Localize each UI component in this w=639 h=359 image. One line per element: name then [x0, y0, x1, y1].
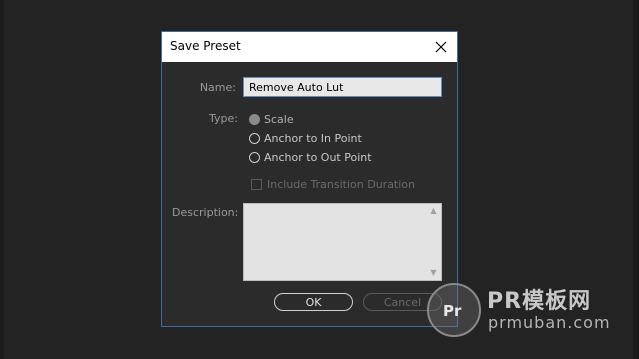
include-transition-label: Include Transition Duration: [267, 178, 416, 191]
include-transition-checkbox[interactable]: [251, 179, 262, 190]
dialog-titlebar: Save Preset: [162, 32, 457, 62]
radio-button-anchor-out[interactable]: [249, 152, 260, 163]
dialog-title: Save Preset: [170, 39, 241, 53]
watermark: Pr PR模板网 prmuban.com: [427, 281, 633, 341]
radio-button-anchor-in[interactable]: [249, 133, 260, 144]
include-transition-option[interactable]: Include Transition Duration: [251, 178, 415, 191]
save-preset-dialog: Save Preset Name: Remove Auto Lut Type: …: [161, 31, 458, 327]
background-edge-right: [633, 0, 639, 359]
scroll-down-icon[interactable]: ▼: [429, 269, 438, 277]
description-label: Description:: [172, 206, 239, 219]
background-edge-left: [0, 0, 4, 359]
type-option-anchor-out-label: Anchor to Out Point: [264, 151, 372, 164]
type-option-scale-label: Scale: [264, 113, 294, 126]
watermark-brand: PR模板网: [487, 289, 592, 314]
watermark-logo-icon: Pr: [427, 283, 481, 337]
name-input[interactable]: Remove Auto Lut: [243, 77, 442, 97]
name-label: Name:: [199, 81, 236, 94]
type-label: Type:: [209, 112, 238, 125]
radio-button-scale[interactable]: [249, 114, 260, 125]
type-option-anchor-in-label: Anchor to In Point: [264, 132, 362, 145]
close-icon: [435, 41, 447, 53]
type-option-anchor-in[interactable]: Anchor to In Point: [249, 132, 362, 145]
description-textarea[interactable]: ▲ ▼: [243, 203, 442, 281]
type-option-scale[interactable]: Scale: [249, 113, 294, 126]
close-button[interactable]: [431, 37, 451, 57]
scroll-up-icon[interactable]: ▲: [429, 207, 438, 215]
watermark-logo-text: Pr: [443, 302, 462, 320]
ok-button[interactable]: OK: [274, 293, 353, 311]
type-option-anchor-out[interactable]: Anchor to Out Point: [249, 151, 372, 164]
watermark-url: prmuban.com: [488, 313, 611, 332]
